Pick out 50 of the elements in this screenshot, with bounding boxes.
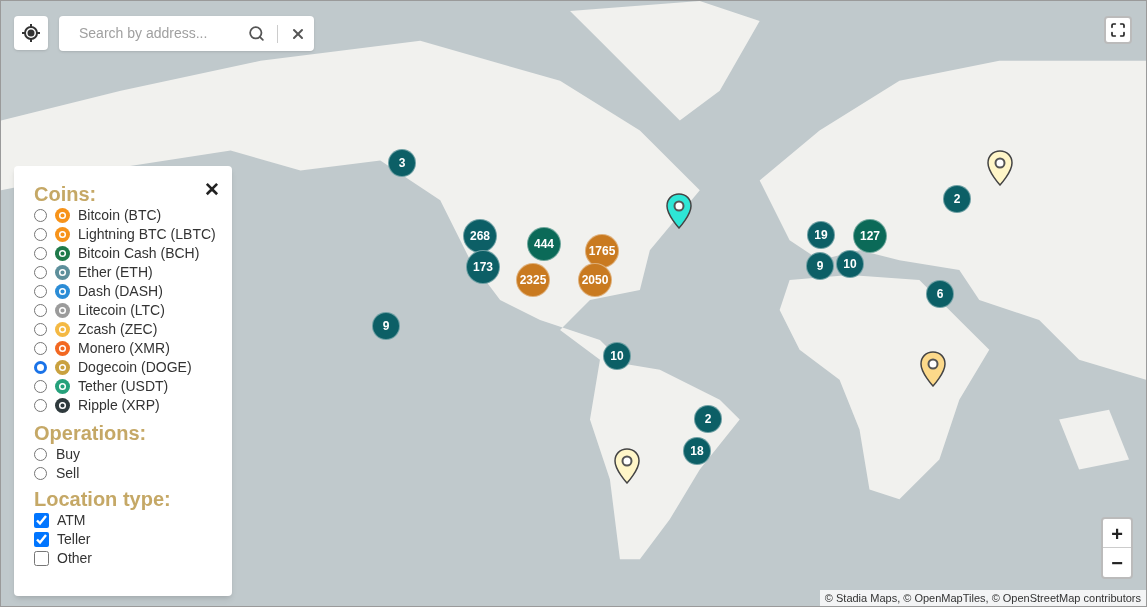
coin-label: Tether (USDT) (78, 377, 169, 396)
coin-radio[interactable] (34, 342, 47, 355)
locate-button[interactable] (14, 16, 48, 50)
fullscreen-button[interactable] (1104, 16, 1132, 44)
zoom-in-button[interactable]: + (1103, 519, 1131, 548)
location-label: Other (57, 549, 92, 568)
coin-radio[interactable] (34, 228, 47, 241)
coin-radio[interactable] (34, 266, 47, 279)
section-title: Location type: (34, 487, 172, 511)
coin-label: Lightning BTC (LBTC) (78, 225, 216, 244)
coin-radio[interactable] (34, 361, 47, 374)
operation-label: Buy (56, 445, 81, 464)
crosshair-icon (21, 23, 41, 43)
operation-radio[interactable] (34, 467, 47, 480)
coin-radio[interactable] (34, 323, 47, 336)
coin-radio[interactable] (34, 304, 47, 317)
search-bar[interactable]: Search by address... (59, 16, 314, 51)
coin-label: Bitcoin Cash (BCH) (78, 244, 200, 263)
fullscreen-icon (1110, 22, 1126, 38)
coin-radio[interactable] (34, 285, 47, 298)
location-checkbox[interactable] (34, 513, 49, 528)
coin-label: Zcash (ZEC) (78, 320, 158, 339)
section-title: Coins: (34, 182, 98, 206)
location-label: Teller (57, 530, 91, 549)
coin-label: Monero (XMR) (78, 339, 170, 358)
location-label: ATM (57, 511, 86, 530)
section-title: Operations: (34, 421, 148, 445)
coin-radio[interactable] (34, 247, 47, 260)
map-pin-icon[interactable] (920, 351, 946, 387)
operation-radio[interactable] (34, 448, 47, 461)
coin-label: Bitcoin (BTC) (78, 206, 162, 225)
location-checkbox[interactable] (34, 532, 49, 547)
zoom-out-button[interactable]: − (1103, 548, 1131, 577)
coin-radio[interactable] (34, 399, 47, 412)
coin-label: Litecoin (LTC) (78, 301, 165, 320)
close-button[interactable]: ✕ (204, 176, 220, 205)
coin-label: Dogecoin (DOGE) (78, 358, 192, 377)
location-checkbox[interactable] (34, 551, 49, 566)
operation-label: Sell (56, 464, 80, 483)
search-icon[interactable] (248, 25, 265, 42)
coin-radio[interactable] (34, 380, 47, 393)
attribution: © Stadia Maps, © OpenMapTiles, © OpenStreetMap contributors (819, 590, 1146, 606)
search-field[interactable]: Search by address... (79, 23, 240, 44)
coin-label: Dash (DASH) (78, 282, 163, 301)
coin-label: Ripple (XRP) (78, 396, 160, 415)
coin-radio[interactable] (34, 209, 47, 222)
coin-label: Ether (ETH) (78, 263, 153, 282)
map-pin-icon[interactable] (614, 448, 640, 484)
map-pin-icon[interactable] (987, 150, 1013, 186)
map-pin-icon[interactable] (666, 193, 692, 229)
